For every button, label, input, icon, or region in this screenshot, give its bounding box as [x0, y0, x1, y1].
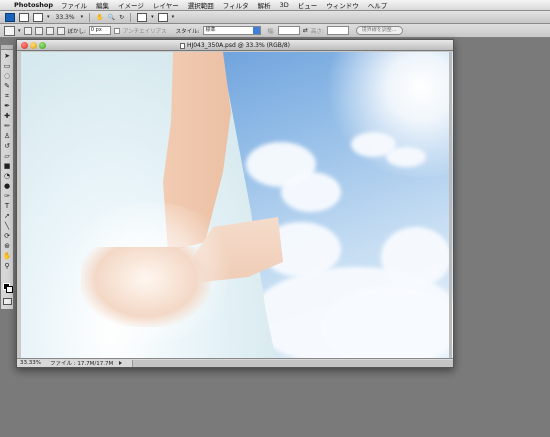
zoom-tool-icon[interactable]: 🔍	[108, 14, 115, 21]
menu-help[interactable]: ヘルプ	[368, 0, 388, 10]
tool-preset-picker[interactable]	[4, 25, 15, 36]
close-window-icon[interactable]	[21, 42, 28, 49]
photoshop-logo-icon[interactable]	[5, 12, 15, 22]
move-tool-icon[interactable]: ➤	[2, 52, 12, 60]
screen-mode-icon[interactable]	[157, 12, 168, 22]
type-tool-icon[interactable]: T	[2, 202, 12, 210]
marquee-tool-icon[interactable]: ▭	[2, 62, 12, 70]
quick-mask-icon[interactable]	[3, 298, 12, 305]
height-label: 高さ:	[310, 28, 324, 35]
subtract-selection-icon[interactable]	[45, 26, 54, 35]
menu-file[interactable]: ファイル	[61, 0, 87, 10]
brush-tool-icon[interactable]: ✏	[2, 122, 12, 130]
rotate-view-icon[interactable]: ↻	[119, 14, 124, 21]
status-bar: 33.33% ファイル : 17.7M/17.7M	[17, 358, 453, 367]
document-title: HJ043_350A.psd @ 33.3% (RGB/8)	[186, 42, 291, 49]
tools-panel-header[interactable]	[1, 45, 13, 50]
document-titlebar[interactable]: HJ043_350A.psd @ 33.3% (RGB/8)	[17, 40, 453, 51]
style-select[interactable]: 標準	[202, 26, 261, 35]
mini-bridge-icon[interactable]	[33, 12, 43, 22]
vertical-scrollbar[interactable]	[449, 52, 452, 359]
application-bar: ▾ 33.3% ▾ ✋ 🔍 ↻ ▾ ▾	[0, 11, 550, 24]
menu-select[interactable]: 選択範囲	[188, 0, 214, 10]
maximize-window-icon[interactable]	[39, 42, 46, 49]
separator	[130, 12, 132, 22]
shape-tool-icon[interactable]: ╲	[2, 222, 12, 230]
eraser-tool-icon[interactable]: ▱	[2, 152, 12, 160]
menu-layer[interactable]: レイヤー	[153, 0, 179, 10]
document-window: HJ043_350A.psd @ 33.3% (RGB/8) 33.33% ファ…	[16, 39, 454, 368]
pen-tool-icon[interactable]: ✑	[2, 192, 12, 200]
menu-filter[interactable]: フィルタ	[223, 0, 249, 10]
refine-edge-button[interactable]: 境界線を調整...	[355, 26, 403, 35]
feather-input[interactable]: 0 px	[88, 26, 111, 35]
dodge-tool-icon[interactable]: ●	[2, 182, 12, 190]
height-input[interactable]	[326, 26, 349, 35]
path-selection-tool-icon[interactable]: ➚	[2, 212, 12, 220]
hand-tool-icon[interactable]: ✋	[96, 14, 103, 21]
status-file-info: ファイル : 17.7M/17.7M	[50, 361, 114, 367]
arrange-documents-icon[interactable]	[137, 12, 148, 22]
separator	[89, 12, 91, 22]
intersect-selection-icon[interactable]	[56, 26, 65, 35]
zoom-tool-icon[interactable]: ⚲	[2, 262, 12, 270]
horizontal-scrollbar[interactable]	[132, 359, 453, 367]
psd-file-icon	[179, 42, 185, 49]
chevron-down-icon[interactable]: ▾	[81, 14, 84, 20]
background-color-swatch[interactable]	[6, 286, 13, 293]
hand-tool-icon[interactable]: ✋	[2, 252, 12, 260]
antialias-checkbox[interactable]	[113, 27, 120, 34]
menu-analysis[interactable]: 解析	[258, 0, 271, 10]
menu-edit[interactable]: 編集	[96, 0, 109, 10]
new-selection-icon[interactable]	[23, 26, 32, 35]
menu-3d[interactable]: 3D	[280, 1, 289, 9]
menu-image[interactable]: イメージ	[118, 0, 144, 10]
chevron-down-icon[interactable]: ▾	[151, 14, 154, 20]
status-menu-arrow-icon[interactable]	[119, 361, 123, 365]
tools-panel: ➤ ▭ ◌ ✎ ⌗ ✒ ✚ ✏ ♙ ↺ ▱ ■ ◔ ● ✑ T ➚ ╲ ⟳ ⊛ …	[0, 44, 14, 310]
style-label: スタイル:	[175, 28, 200, 35]
cupped-hands	[81, 247, 211, 327]
menu-bar: Photoshop ファイル 編集 イメージ レイヤー 選択範囲 フィルタ 解析…	[0, 0, 550, 11]
lasso-tool-icon[interactable]: ◌	[2, 72, 12, 80]
image-canvas[interactable]	[21, 52, 453, 359]
healing-brush-tool-icon[interactable]: ✚	[2, 112, 12, 120]
chevron-down-icon[interactable]: ▾	[18, 28, 21, 34]
cloud	[321, 287, 453, 359]
cloud	[281, 172, 341, 212]
menu-window[interactable]: ウィンドウ	[326, 0, 359, 10]
chevron-down-icon[interactable]: ▾	[47, 14, 50, 20]
quick-select-tool-icon[interactable]: ✎	[2, 82, 12, 90]
swap-dimensions-icon[interactable]: ⇄	[303, 27, 308, 34]
feather-label: ぼかし:	[67, 28, 86, 35]
clone-stamp-tool-icon[interactable]: ♙	[2, 132, 12, 140]
bridge-icon[interactable]	[19, 12, 29, 22]
blur-tool-icon[interactable]: ◔	[2, 172, 12, 180]
history-brush-tool-icon[interactable]: ↺	[2, 142, 12, 150]
gradient-tool-icon[interactable]: ■	[2, 162, 12, 170]
eyedropper-tool-icon[interactable]: ✒	[2, 102, 12, 110]
status-zoom-field[interactable]: 33.33%	[20, 360, 44, 366]
crop-tool-icon[interactable]: ⌗	[2, 92, 12, 100]
options-bar: ▾ ぼかし: 0 px アンチエイリアス スタイル: 標準 幅: ⇄ 高さ: 境…	[0, 24, 550, 38]
menu-view[interactable]: ビュー	[298, 0, 318, 10]
minimize-window-icon[interactable]	[30, 42, 37, 49]
width-label: 幅:	[267, 28, 275, 35]
width-input[interactable]	[277, 26, 300, 35]
add-to-selection-icon[interactable]	[34, 26, 43, 35]
antialias-label: アンチエイリアス	[122, 28, 167, 35]
cloud	[386, 147, 426, 167]
3d-orbit-tool-icon[interactable]: ⊛	[2, 242, 12, 250]
chevron-down-icon[interactable]: ▾	[172, 14, 175, 20]
zoom-level-select[interactable]: 33.3%	[54, 14, 77, 21]
3d-rotate-tool-icon[interactable]: ⟳	[2, 232, 12, 240]
app-menu[interactable]: Photoshop	[14, 1, 53, 9]
